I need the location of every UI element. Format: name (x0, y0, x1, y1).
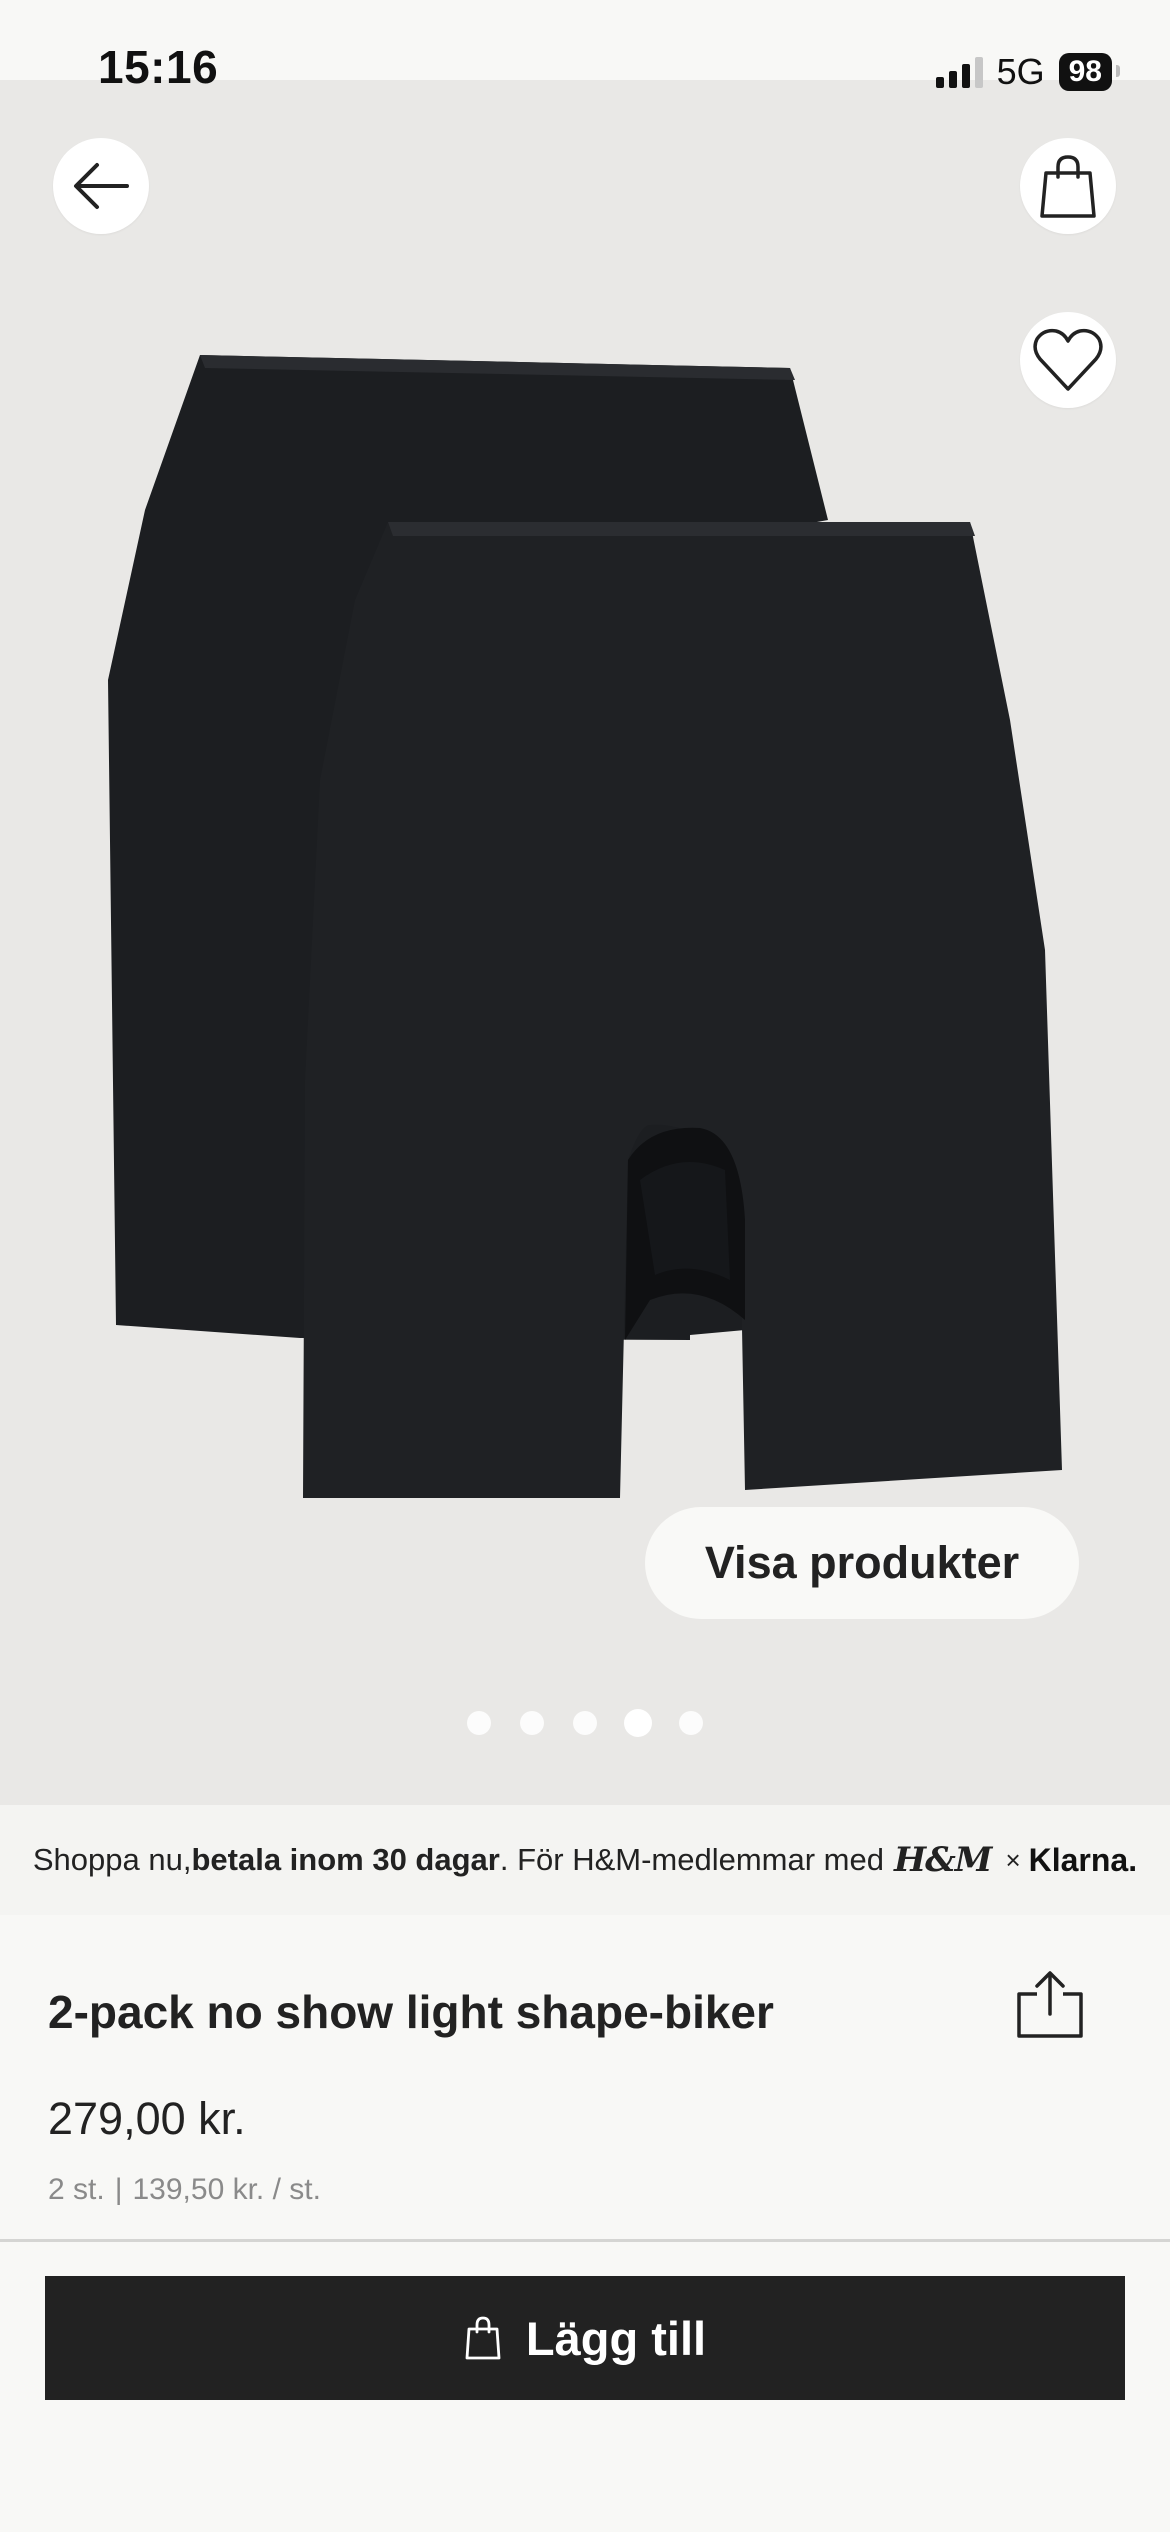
klarna-text-start: Shoppa nu, (32, 1842, 192, 1877)
shopping-bag-button[interactable] (1020, 138, 1116, 234)
carousel-dot[interactable] (573, 1711, 597, 1735)
hm-logo: H&M (893, 1840, 992, 1880)
product-title: 2-pack no show light shape-biker (48, 1986, 774, 2038)
back-button[interactable] (53, 138, 149, 234)
carousel-dot[interactable] (520, 1711, 544, 1735)
arrow-left-icon (74, 163, 129, 209)
battery-level: 98 (1068, 55, 1102, 88)
carousel-indicator (0, 1711, 1170, 1735)
status-time: 15:16 (98, 41, 219, 93)
favorite-button[interactable] (1020, 312, 1116, 408)
carousel-dot[interactable] (679, 1711, 703, 1735)
carousel-dot-active[interactable] (626, 1711, 650, 1735)
product-image (108, 355, 1062, 1498)
separator: | (114, 2173, 123, 2206)
product-image-carousel[interactable]: Visa produkter (0, 80, 1170, 1805)
status-indicators: 5G 98 (935, 51, 1120, 92)
add-to-bag-button[interactable]: Lägg till (45, 2276, 1125, 2400)
add-to-bag-label: Lägg till (525, 2311, 707, 2365)
product-info: 2-pack no show light shape-biker 279,00 … (0, 1915, 1170, 2239)
show-products-button[interactable]: Visa produkter (645, 1507, 1079, 1619)
times-sign: × (1005, 1844, 1021, 1875)
battery-tip (1116, 65, 1120, 77)
share-icon (1017, 1971, 1083, 2038)
divider (0, 2239, 1170, 2242)
carousel-dot[interactable] (467, 1711, 491, 1735)
unit-price: 139,50 kr. / st. (132, 2173, 321, 2206)
unit-price-info: 2 st. | 139,50 kr. / st. (48, 2173, 321, 2207)
status-bar: 15:16 5G 98 (0, 0, 1170, 93)
heart-icon (1033, 328, 1103, 391)
shopping-bag-icon (1040, 155, 1096, 218)
klarna-text-bold: betala inom 30 dagar (191, 1842, 500, 1877)
front-shorts (303, 522, 1062, 1498)
battery-indicator: 98 (1058, 53, 1120, 91)
network-type: 5G (996, 51, 1045, 92)
product-price: 279,00 kr. (48, 2093, 246, 2144)
klarna-logo: Klarna. (1028, 1841, 1138, 1878)
share-button[interactable] (1010, 1965, 1090, 2045)
cellular-signal-icon (935, 56, 983, 88)
klarna-banner[interactable]: Shoppa nu, betala inom 30 dagar. För H&M… (0, 1805, 1170, 1915)
shopping-bag-icon (465, 2316, 501, 2360)
klarna-text-end: . För H&M-medlemmar med (499, 1842, 884, 1877)
pack-quantity: 2 st. (48, 2173, 105, 2206)
